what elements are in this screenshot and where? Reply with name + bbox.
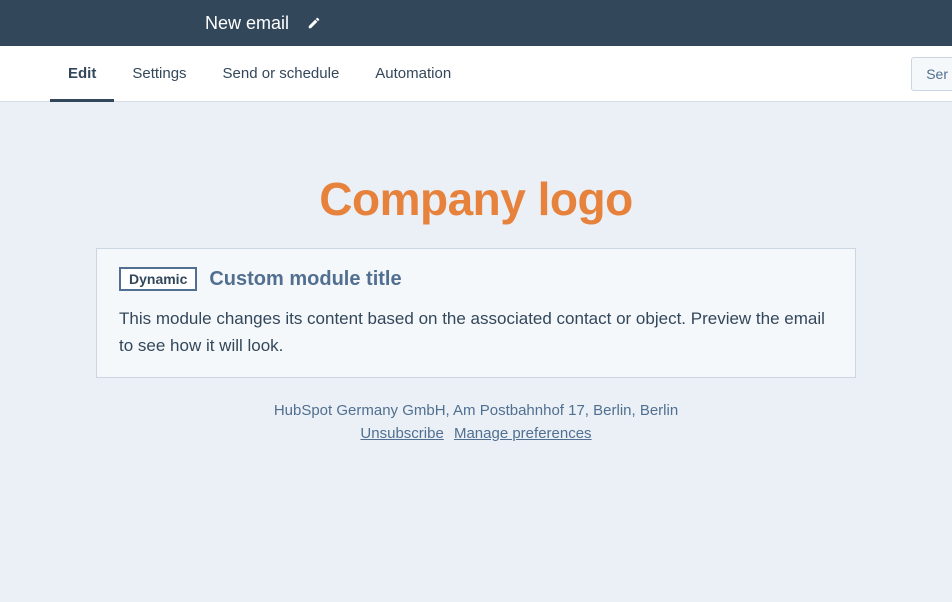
pencil-icon[interactable] xyxy=(307,16,321,30)
company-logo-placeholder[interactable]: Company logo xyxy=(96,172,856,226)
tab-send-or-schedule[interactable]: Send or schedule xyxy=(205,46,358,101)
page-title: New email xyxy=(205,13,289,34)
email-body: Company logo Dynamic Custom module title… xyxy=(96,172,856,442)
unsubscribe-link[interactable]: Unsubscribe xyxy=(360,425,443,442)
manage-preferences-link[interactable]: Manage preferences xyxy=(454,425,592,442)
send-button-partial[interactable]: Ser xyxy=(911,57,952,91)
module-description: This module changes its content based on… xyxy=(119,305,833,359)
tab-settings[interactable]: Settings xyxy=(114,46,204,101)
subnav-bar: Edit Settings Send or schedule Automatio… xyxy=(0,46,952,102)
dynamic-module[interactable]: Dynamic Custom module title This module … xyxy=(96,248,856,378)
right-actions: Ser xyxy=(911,57,952,91)
footer-links: Unsubscribe Manage preferences xyxy=(96,425,856,442)
app-top-bar: New email xyxy=(0,0,952,46)
dynamic-badge: Dynamic xyxy=(119,267,197,291)
tab-automation[interactable]: Automation xyxy=(357,46,469,101)
email-footer: HubSpot Germany GmbH, Am Postbahnhof 17,… xyxy=(96,402,856,442)
tabs: Edit Settings Send or schedule Automatio… xyxy=(50,46,469,101)
tab-edit[interactable]: Edit xyxy=(50,46,114,101)
email-canvas: Company logo Dynamic Custom module title… xyxy=(0,102,952,442)
footer-address: HubSpot Germany GmbH, Am Postbahnhof 17,… xyxy=(96,402,856,419)
module-header: Dynamic Custom module title xyxy=(119,267,833,291)
module-title: Custom module title xyxy=(209,268,401,291)
